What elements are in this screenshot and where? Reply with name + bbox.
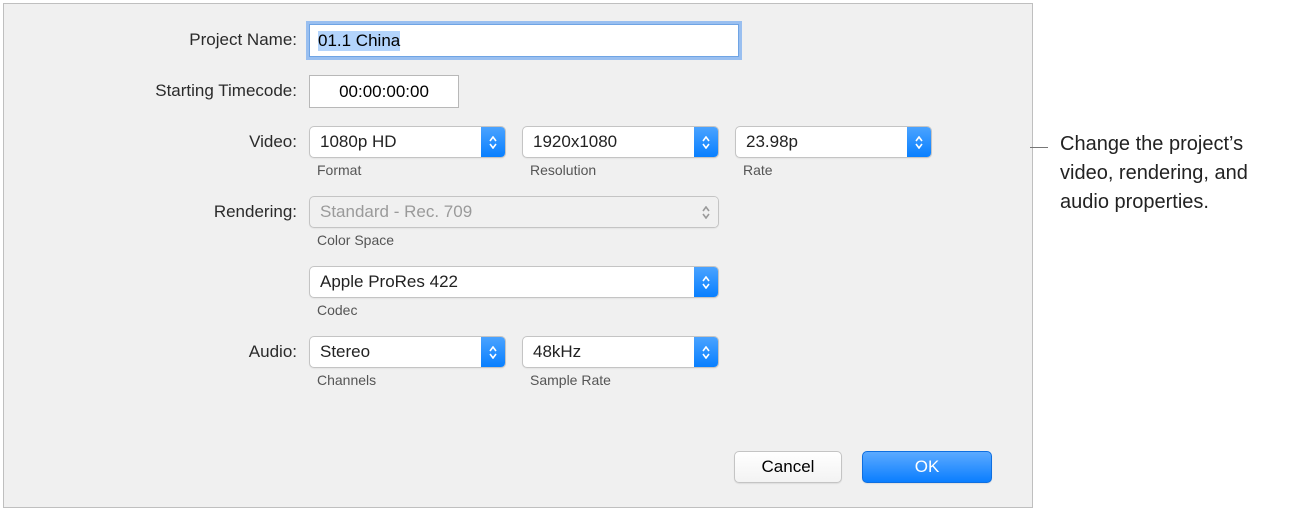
cancel-button[interactable]: Cancel [734,451,842,483]
video-format-sublabel: Format [317,162,506,178]
chevron-updown-icon [694,337,718,367]
starting-timecode-label: Starting Timecode: [24,75,309,101]
callout-text: Change the project’s video, rendering, a… [1060,130,1280,217]
video-rate-value: 23.98p [736,132,907,152]
audio-sample-rate-sublabel: Sample Rate [530,372,719,388]
starting-timecode-input[interactable] [309,75,459,108]
color-space-select: Standard - Rec. 709 [309,196,719,228]
chevron-updown-icon [694,267,718,297]
audio-channels-value: Stereo [310,342,481,362]
video-rate-sublabel: Rate [743,162,932,178]
chevron-updown-icon [481,337,505,367]
color-space-sublabel: Color Space [317,232,719,248]
video-resolution-sublabel: Resolution [530,162,719,178]
audio-channels-select[interactable]: Stereo [309,336,506,368]
project-name-input[interactable] [309,24,739,57]
video-format-select[interactable]: 1080p HD [309,126,506,158]
video-section-label: Video: [24,126,309,152]
audio-sample-rate-value: 48kHz [523,342,694,362]
rendering-section-label: Rendering: [24,196,309,222]
video-resolution-value: 1920x1080 [523,132,694,152]
color-space-value: Standard - Rec. 709 [310,202,694,222]
project-properties-dialog: Project Name: Starting Timecode: Video: … [3,3,1033,508]
codec-select[interactable]: Apple ProRes 422 [309,266,719,298]
chevron-updown-icon [694,127,718,157]
video-resolution-select[interactable]: 1920x1080 [522,126,719,158]
video-rate-select[interactable]: 23.98p [735,126,932,158]
audio-section-label: Audio: [24,336,309,362]
project-name-label: Project Name: [24,24,309,50]
chevron-updown-icon [907,127,931,157]
codec-value: Apple ProRes 422 [310,272,694,292]
chevron-updown-icon [694,197,718,227]
callout-connector [1030,147,1048,148]
codec-sublabel: Codec [317,302,719,318]
audio-channels-sublabel: Channels [317,372,506,388]
ok-button[interactable]: OK [862,451,992,483]
audio-sample-rate-select[interactable]: 48kHz [522,336,719,368]
video-format-value: 1080p HD [310,132,481,152]
chevron-updown-icon [481,127,505,157]
